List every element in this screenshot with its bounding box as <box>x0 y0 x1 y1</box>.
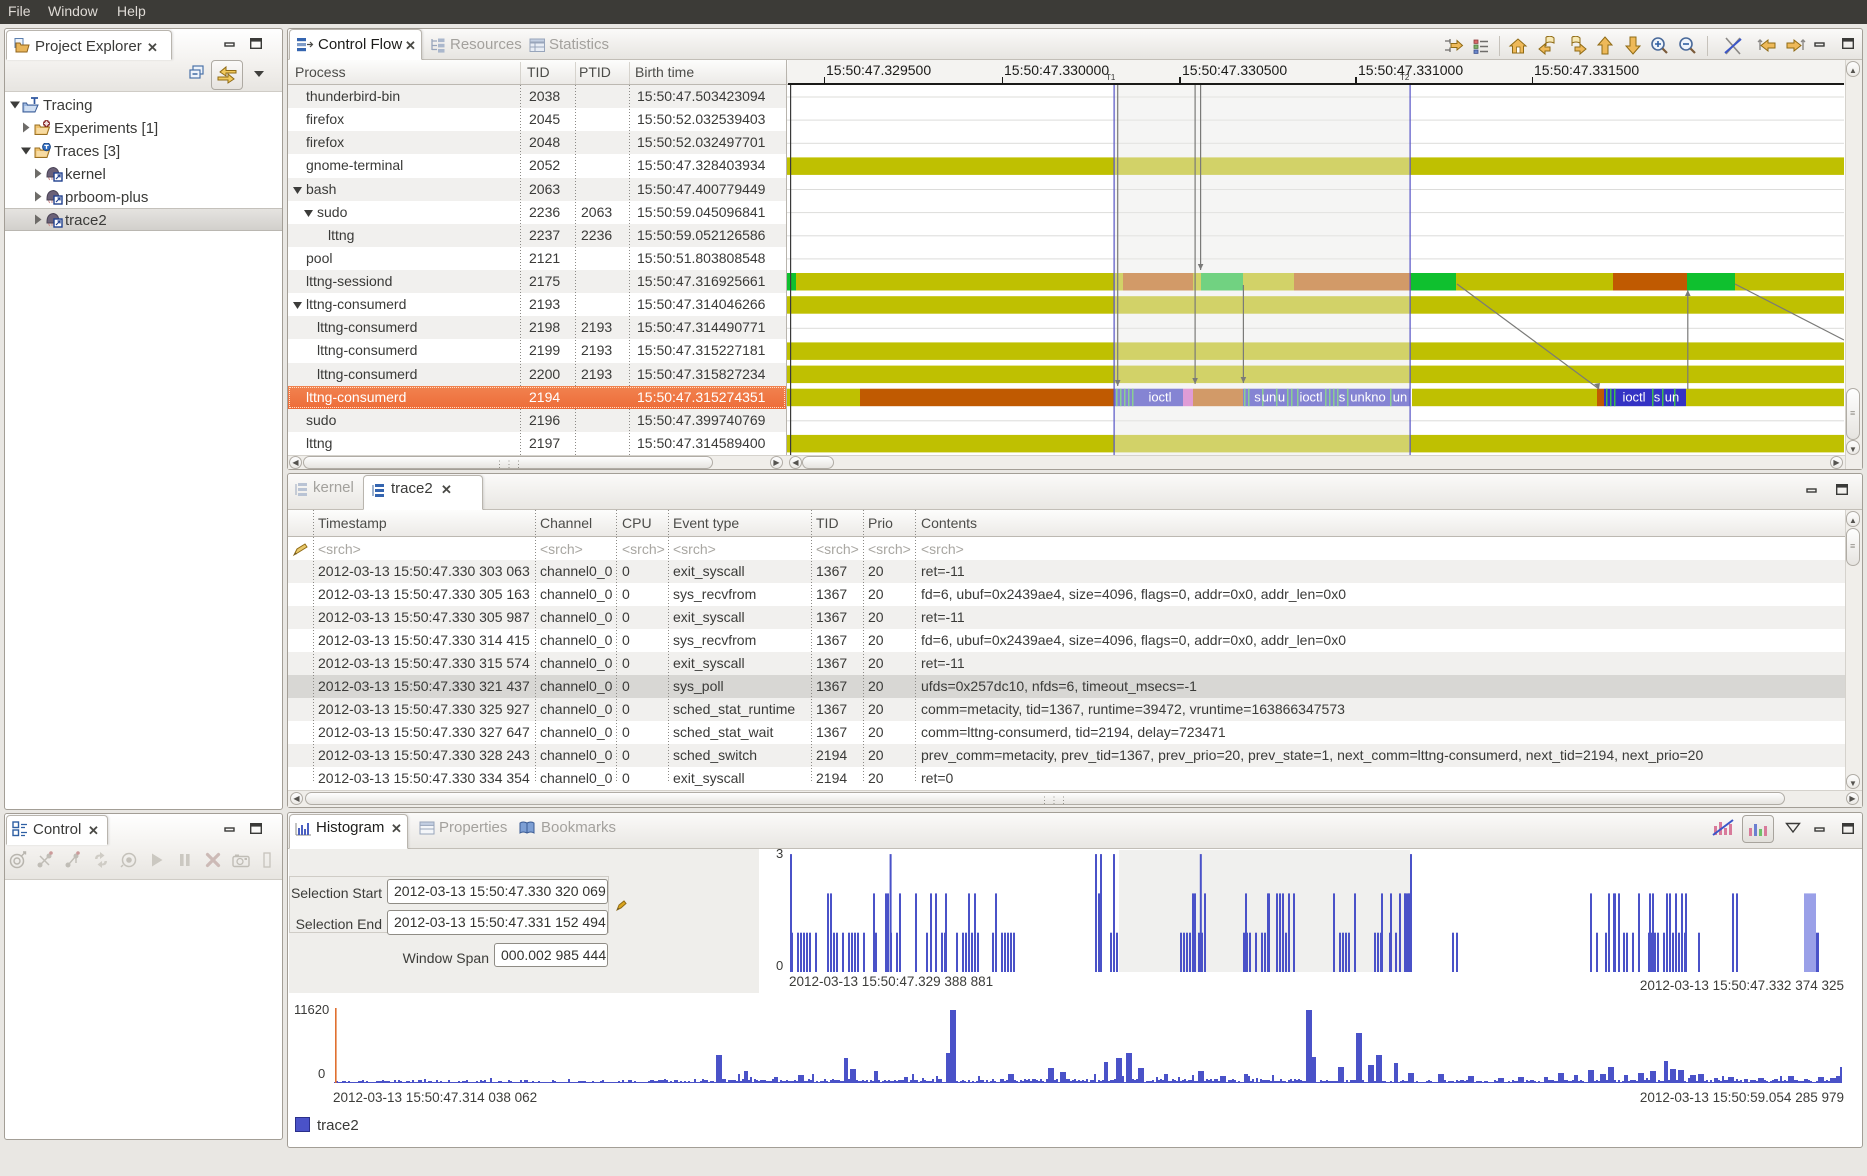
svg-text:ioctl: ioctl <box>1299 390 1322 405</box>
svg-text:un: un <box>1393 390 1407 405</box>
svg-text:ioctl: ioctl <box>1148 390 1171 405</box>
svg-text:s: s <box>1254 390 1261 405</box>
svg-text:u: u <box>1278 390 1285 405</box>
svg-text:ioctl: ioctl <box>1622 390 1645 405</box>
svg-text:unkno: unkno <box>1350 390 1385 405</box>
svg-text:s: s <box>1339 390 1346 405</box>
svg-text:s: s <box>1654 390 1661 405</box>
svg-text:un: un <box>1665 390 1679 405</box>
svg-text:un: un <box>1262 390 1276 405</box>
